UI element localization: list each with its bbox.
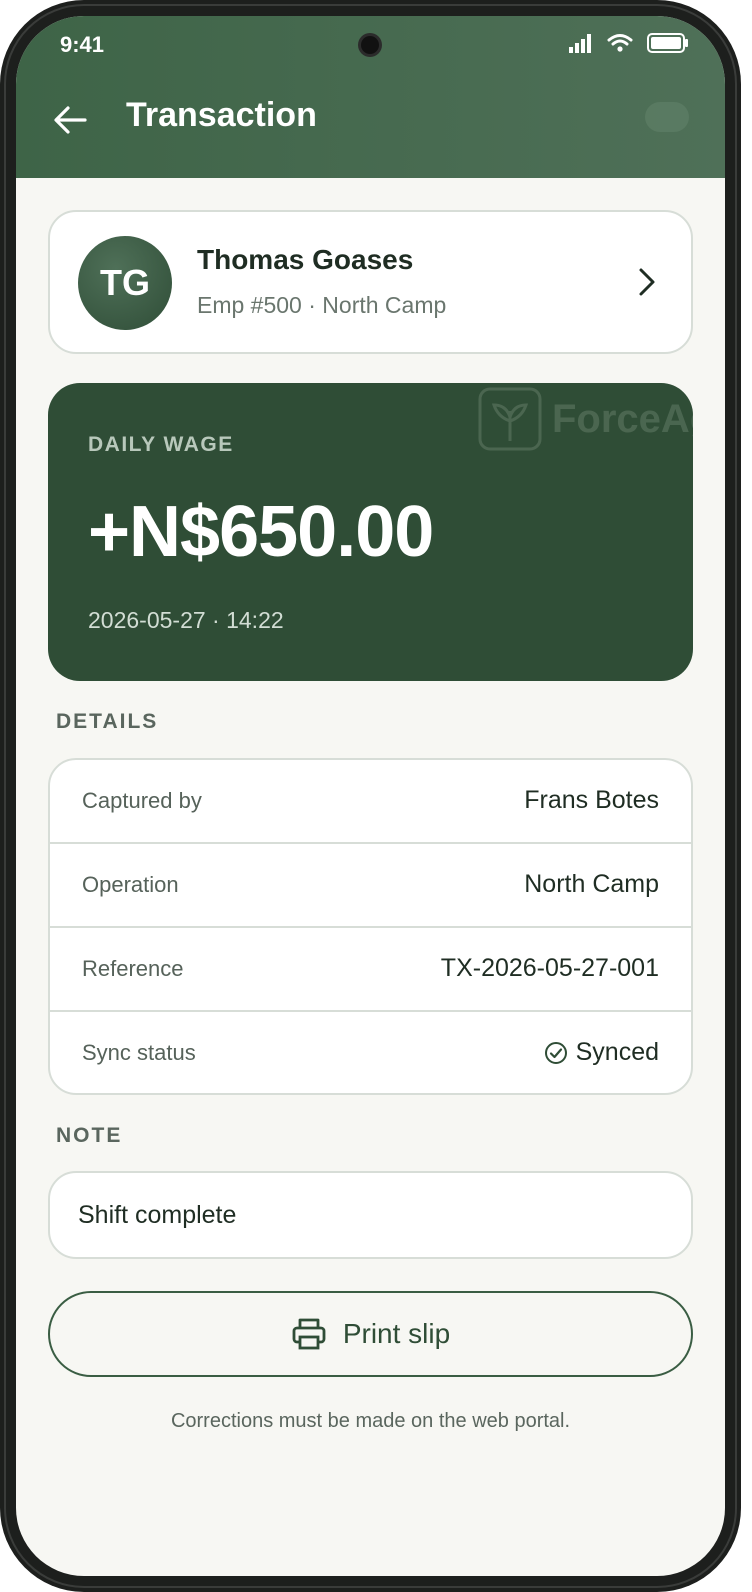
detail-label: Operation [82,872,179,897]
detail-row-captured-by: Captured by Frans Botes [50,760,691,844]
header-toggle[interactable] [645,102,689,132]
detail-value: TX-2026-05-27-001 [441,954,659,983]
wifi-icon [607,34,633,52]
detail-row-reference: Reference TX-2026-05-27-001 [50,928,691,1012]
wage-datetime: 2026-05-27 · 14:22 [88,607,284,633]
leaf-logo-icon [478,387,542,451]
back-button[interactable] [50,100,90,140]
watermark: ForceAg [478,387,693,451]
watermark-text: ForceAg [552,396,693,441]
battery-icon [647,33,688,53]
chevron-right-icon [639,268,655,296]
wage-label: DAILY WAGE [88,433,234,456]
status-time: 9:41 [60,32,105,57]
detail-label: Captured by [82,788,202,813]
signal-icon [569,34,591,53]
detail-label: Reference [82,956,184,981]
wage-card: ForceAg DAILY WAGE +N$650.00 2026-05-27 … [48,383,693,681]
print-slip-label: Print slip [342,1318,451,1349]
wage-amount: +N$650.00 [88,492,434,572]
status-icons [569,32,689,54]
details-section-label: DETAILS [56,710,159,733]
printer-icon [292,1318,326,1350]
check-circle-icon [544,1041,567,1064]
detail-value-text: North Camp [524,870,659,898]
print-slip-button[interactable]: Print slip [48,1291,693,1377]
screen: 9:41 Transaction TG Thomas Goases Emp #5… [16,16,725,1576]
detail-value: Frans Botes [524,786,659,815]
page-title: Transaction [126,96,317,134]
employee-card[interactable]: TG Thomas Goases Emp #500 · North Camp [48,210,693,354]
avatar: TG [78,236,172,330]
detail-row-operation: Operation North Camp [50,844,691,928]
note-text: Shift complete [78,1201,237,1229]
detail-row-sync-status: Sync status Synced [50,1012,691,1093]
employee-name: Thomas Goases [197,244,414,275]
detail-value: Synced [544,1038,659,1067]
arrow-left-icon [54,106,87,134]
detail-label: Sync status [82,1040,196,1065]
note-card: Shift complete [48,1171,693,1259]
note-section-label: NOTE [56,1124,123,1147]
camera-cutout [361,36,379,54]
app-bar: 9:41 Transaction [16,16,725,178]
employee-subtitle: Emp #500 · North Camp [197,292,447,318]
detail-value-text: Frans Botes [524,786,659,814]
footer-note: Corrections must be made on the web port… [170,1410,571,1432]
phone-frame: 9:41 Transaction TG Thomas Goases Emp #5… [0,0,741,1592]
details-card: Captured by Frans Botes Operation North … [48,758,693,1095]
detail-value-text: TX-2026-05-27-001 [440,954,659,982]
detail-value: North Camp [524,870,659,899]
sync-status-text: Synced [575,1038,659,1066]
